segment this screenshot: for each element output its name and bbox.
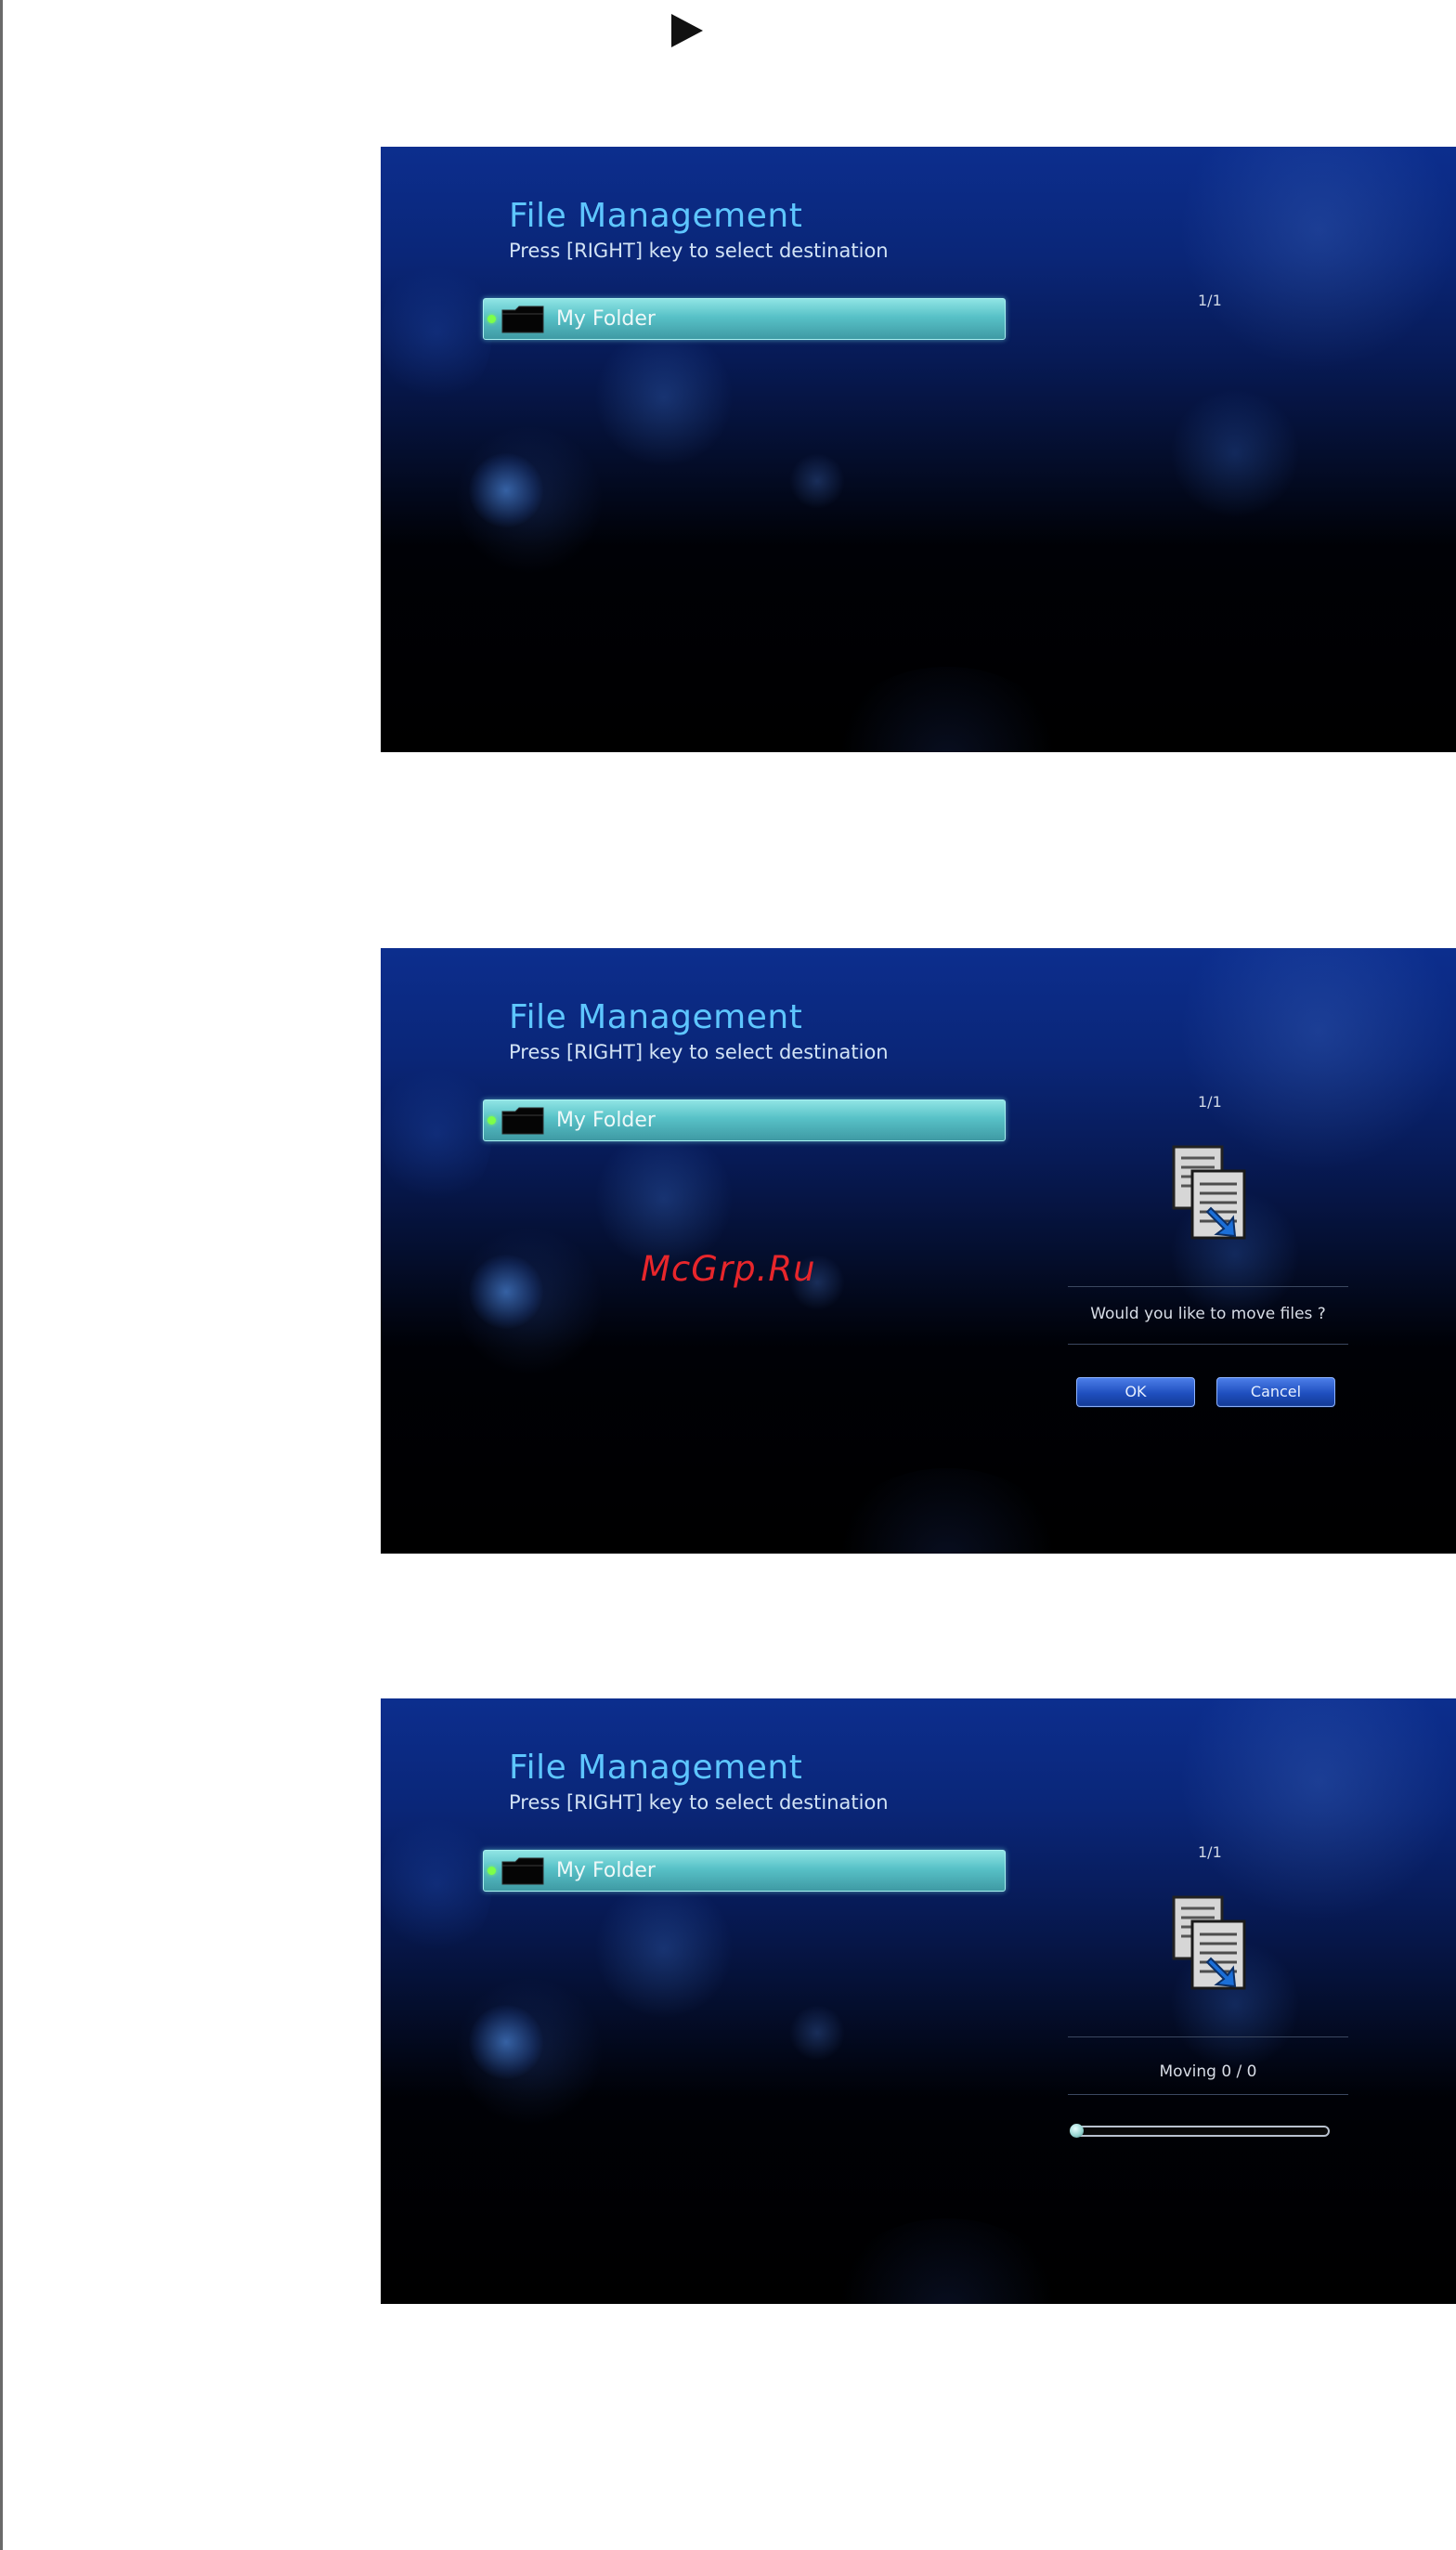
- folder-label: My Folder: [556, 1859, 656, 1882]
- move-confirm-question: Would you like to move files ?: [1090, 1305, 1326, 1323]
- page-count: 1/1: [1198, 1843, 1222, 1861]
- folder-icon: [501, 306, 544, 333]
- page-subtitle: Press [RIGHT] key to select destination: [509, 240, 889, 262]
- screenshot-file-management-2: File Management Press [RIGHT] key to sel…: [381, 948, 1456, 1554]
- screenshot-file-management-3: File Management Press [RIGHT] key to sel…: [381, 1698, 1456, 2304]
- watermark-text: McGrp.Ru: [641, 1249, 816, 1289]
- folder-label: My Folder: [556, 1109, 656, 1132]
- progress-divider-bottom: [1068, 2094, 1348, 2095]
- selection-dot-icon: [488, 1116, 496, 1125]
- folder-list-item[interactable]: My Folder: [483, 1099, 1006, 1141]
- folder-icon: [501, 1107, 544, 1135]
- page-count: 1/1: [1198, 292, 1222, 309]
- folder-label: My Folder: [556, 307, 656, 331]
- page-subtitle: Press [RIGHT] key to select destination: [509, 1791, 889, 1814]
- folder-list-item[interactable]: My Folder: [483, 298, 1006, 340]
- dialog-divider-top: [1068, 1286, 1348, 1287]
- page-left-rule: [0, 0, 3, 2550]
- folder-list-item[interactable]: My Folder: [483, 1850, 1006, 1892]
- page-title: File Management: [509, 1749, 803, 1787]
- selection-dot-icon: [488, 315, 496, 323]
- progress-bar: [1073, 2126, 1330, 2137]
- page-subtitle: Press [RIGHT] key to select destination: [509, 1041, 889, 1063]
- progress-status-text: Moving 0 / 0: [1159, 2062, 1257, 2081]
- dialog-divider-bottom: [1068, 1344, 1348, 1345]
- folder-icon: [501, 1857, 544, 1885]
- progress-divider-top: [1068, 2036, 1348, 2037]
- move-files-icon: [1172, 1145, 1246, 1240]
- progress-knob: [1070, 2124, 1084, 2138]
- screenshot-file-management-1: File Management Press [RIGHT] key to sel…: [381, 147, 1456, 752]
- page-count: 1/1: [1198, 1093, 1222, 1111]
- selection-dot-icon: [488, 1867, 496, 1875]
- page-title: File Management: [509, 197, 803, 235]
- cancel-button[interactable]: Cancel: [1216, 1377, 1335, 1407]
- ok-button[interactable]: OK: [1076, 1377, 1195, 1407]
- page-title: File Management: [509, 998, 803, 1036]
- play-icon: [671, 14, 703, 47]
- move-files-icon: [1172, 1895, 1246, 1990]
